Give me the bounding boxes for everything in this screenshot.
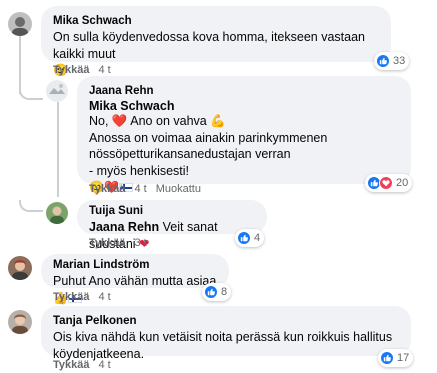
comment-author[interactable]: Tanja Pelkonen <box>53 314 399 329</box>
like-reaction-icon <box>204 285 218 299</box>
love-reaction-icon <box>379 176 393 190</box>
comment-body: Puhut Ano vähän mutta asiaa <box>53 274 217 288</box>
comment-body: On sulla köydenvedossa kova homma, iteks… <box>53 30 365 61</box>
reaction-number: 4 <box>254 232 261 244</box>
reaction-number: 20 <box>396 177 409 189</box>
like-reaction-icon <box>380 351 394 365</box>
mention-link[interactable]: Mika Schwach <box>89 99 399 113</box>
like-button[interactable]: Tykkää <box>53 291 90 303</box>
reaction-count[interactable]: 8 <box>202 283 232 301</box>
reaction-count[interactable]: 33 <box>374 52 410 70</box>
comment-line: Anossa on voimaa ainakin parinkymmenen <box>89 130 328 145</box>
avatar[interactable] <box>8 256 32 280</box>
comment-time[interactable]: 4 t <box>99 291 111 303</box>
comment-actions: Tykkää 4 t <box>53 64 111 76</box>
comment-line: nössöpetturikansanedustajan verran <box>89 147 291 161</box>
thread-line <box>19 36 21 94</box>
comment-line: - myös henkisesti! <box>89 163 190 178</box>
like-button[interactable]: Tykkää <box>89 183 126 195</box>
like-button[interactable]: Tykkää <box>53 359 90 371</box>
avatar[interactable] <box>8 310 32 334</box>
comment-line: No, ❤️ Ano on vahva 💪 <box>89 114 226 128</box>
like-button[interactable]: Tykkää <box>89 237 126 249</box>
comment-bubble: Mika Schwach On sulla köydenvedossa kova… <box>41 6 391 77</box>
avatar[interactable] <box>46 202 68 224</box>
comment-bubble: Tuija Suni Jaana Rehn Veit sanat suustan… <box>77 200 267 251</box>
mention-link[interactable]: Jaana Rehn <box>89 220 159 234</box>
comment-body: Ois kiva nähdä kun vetäisit noita peräss… <box>53 330 393 361</box>
comment-time[interactable]: 4 t <box>135 183 147 195</box>
comment-bubble: Tanja Pelkonen Ois kiva nähdä kun vetäis… <box>41 306 411 361</box>
reaction-count[interactable]: 20 <box>365 174 413 192</box>
comment-author[interactable]: Tuija Suni <box>89 204 255 219</box>
comment-actions: Tykkää 4 t Muokattu <box>89 183 201 195</box>
avatar[interactable] <box>8 12 32 36</box>
reaction-number: 17 <box>397 352 410 364</box>
comment-author[interactable]: Marian Lindström <box>53 258 217 273</box>
comment-bubble: Jaana Rehn Mika Schwach No, ❤️ Ano on va… <box>77 76 411 194</box>
thread-line <box>57 102 59 197</box>
like-reaction-icon <box>376 54 390 68</box>
comment-bubble: Marian Lindström Puhut Ano vähän mutta a… <box>41 254 229 305</box>
comment-author[interactable]: Jaana Rehn <box>89 84 399 99</box>
edited-label[interactable]: Muokattu <box>156 183 201 195</box>
comment-actions: Tykkää 3 t <box>89 237 147 249</box>
reaction-number: 8 <box>221 286 228 298</box>
comment-time[interactable]: 4 t <box>99 64 111 76</box>
comment-actions: Tykkää 4 t <box>53 359 111 371</box>
reaction-count[interactable]: 4 <box>235 229 265 247</box>
reaction-count[interactable]: 17 <box>378 349 414 367</box>
comment-time[interactable]: 3 t <box>135 237 147 249</box>
avatar[interactable] <box>46 80 68 102</box>
comment-author[interactable]: Mika Schwach <box>53 14 379 29</box>
reaction-number: 33 <box>393 55 406 67</box>
comment-time[interactable]: 4 t <box>99 359 111 371</box>
like-button[interactable]: Tykkää <box>53 64 90 76</box>
like-reaction-icon <box>237 231 251 245</box>
comment-actions: Tykkää 4 t <box>53 291 111 303</box>
thread-elbow <box>19 88 43 100</box>
thread-elbow <box>19 200 43 212</box>
